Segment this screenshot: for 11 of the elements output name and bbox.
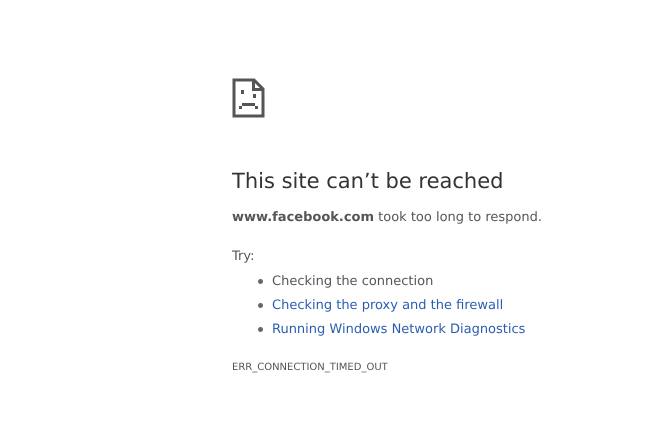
error-code: ERR_CONNECTION_TIMED_OUT bbox=[232, 361, 388, 375]
bullet-icon bbox=[258, 278, 263, 284]
suggestions-label: Try: bbox=[232, 248, 255, 266]
error-heading: This site can’t be reached bbox=[232, 168, 504, 195]
bullet-icon bbox=[258, 302, 263, 308]
error-description: www.facebook.com took too long to respond. bbox=[232, 209, 542, 227]
suggestion-link[interactable]: Checking the proxy and the firewall bbox=[272, 298, 504, 312]
suggestion-link[interactable]: Running Windows Network Diagnostics bbox=[272, 322, 526, 336]
bullet-icon bbox=[258, 326, 263, 332]
sad-page-icon bbox=[232, 78, 265, 118]
suggestion-text: Checking the connection bbox=[272, 274, 434, 288]
